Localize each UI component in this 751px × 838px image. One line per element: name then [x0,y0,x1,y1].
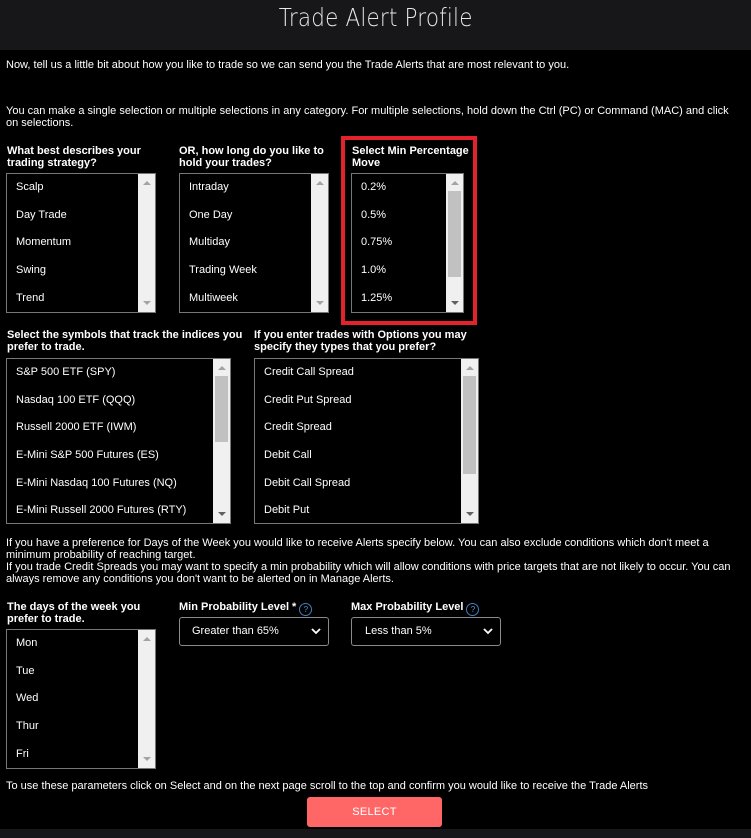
option-type-option[interactable]: Debit Put [255,497,461,523]
symbols-listbox[interactable]: S&P 500 ETF (SPY) Nasdaq 100 ETF (QQQ) R… [6,358,231,524]
days-label: The days of the week you prefer to trade… [7,601,141,625]
option-type-option[interactable]: Credit Spread [255,414,461,442]
scroll-down-arrow-icon[interactable] [461,507,478,521]
option-type-option[interactable]: Debit Call Spread [255,470,461,498]
option-type-option[interactable]: Credit Put Spread [255,387,461,415]
symbols-label: Select the symbols that track the indice… [7,329,243,353]
min-move-option[interactable]: 0.5% [352,202,446,230]
min-move-label: Select Min Percentage Move [352,145,469,169]
max-prob-value: Less than 5% [365,625,432,637]
scroll-up-arrow-icon[interactable] [446,176,463,190]
min-move-option[interactable]: 1.0% [352,257,446,285]
chevron-down-icon [311,628,321,635]
days-listbox[interactable]: Mon Tue Wed Thur Fri [6,629,156,769]
scroll-down-arrow-icon[interactable] [311,296,328,310]
scroll-down-arrow-icon[interactable] [138,296,155,310]
min-move-listbox[interactable]: 0.2% 0.5% 0.75% 1.0% 1.25% [351,173,464,313]
strategy-option[interactable]: Trend [7,285,138,312]
required-mark: * [292,601,297,613]
symbols-scrollbar[interactable] [213,359,230,523]
symbols-option[interactable]: Russell 2000 ETF (IWM) [7,414,213,442]
hold-label: OR, how long do you like to hold your tr… [179,145,324,169]
strategy-option[interactable]: Day Trade [7,202,138,230]
scroll-down-arrow-icon[interactable] [213,507,230,521]
hold-option[interactable]: Multiday [180,229,311,257]
help-icon[interactable]: ? [299,603,313,616]
max-prob-label: Max Probability Level [351,601,464,613]
scrollbar-thumb[interactable] [463,376,476,474]
min-prob-label-row: Min Probability Level *? [179,601,313,616]
symbols-option[interactable]: S&P 500 ETF (SPY) [7,359,213,387]
hold-listbox[interactable]: Intraday One Day Multiday Trading Week M… [179,173,329,313]
scroll-up-arrow-icon[interactable] [213,361,230,375]
scrollbar-thumb[interactable] [215,376,228,442]
scroll-up-arrow-icon[interactable] [311,176,328,190]
scroll-down-arrow-icon[interactable] [138,752,155,766]
scroll-up-arrow-icon[interactable] [461,361,478,375]
strategy-label: What best describes your trading strateg… [7,145,141,169]
strategy-scrollbar[interactable] [138,174,155,312]
min-move-scrollbar[interactable] [446,174,463,312]
scroll-up-arrow-icon[interactable] [138,632,155,646]
option-types-label: If you enter trades with Options you may… [254,329,467,353]
strategy-option[interactable]: Swing [7,257,138,285]
page-title: Trade Alert Profile [278,3,473,32]
symbols-option[interactable]: E-Mini Russell 2000 Futures (RTY) [7,497,213,523]
min-move-option[interactable]: 0.2% [352,174,446,202]
option-type-option[interactable]: Credit Call Spread [255,359,461,387]
hold-option[interactable]: Trading Week [180,257,311,285]
option-type-option[interactable]: Debit Call [255,442,461,470]
hold-option[interactable]: One Day [180,202,311,230]
hold-scrollbar[interactable] [311,174,328,312]
min-prob-value: Greater than 65% [192,625,279,637]
hold-option[interactable]: Multiweek [180,285,311,312]
instructions-text: You can make a single selection or multi… [6,105,729,129]
day-option[interactable]: Tue [7,658,138,686]
option-types-scrollbar[interactable] [461,359,478,523]
min-move-option[interactable]: 0.75% [352,229,446,257]
select-button[interactable]: SELECT [307,797,442,827]
scroll-up-arrow-icon[interactable] [138,176,155,190]
symbols-option[interactable]: Nasdaq 100 ETF (QQQ) [7,387,213,415]
symbols-option[interactable]: E-Mini S&P 500 Futures (ES) [7,442,213,470]
credit-spread-info-text: If you trade Credit Spreads you may want… [6,561,731,585]
hold-option[interactable]: Intraday [180,174,311,202]
days-scrollbar[interactable] [138,630,155,768]
min-prob-label: Min Probability Level [179,601,290,613]
max-prob-select[interactable]: Less than 5% [351,617,501,646]
page-header: Trade Alert Profile [0,0,751,50]
help-icon[interactable]: ? [466,603,480,616]
strategy-option[interactable]: Momentum [7,229,138,257]
day-option[interactable]: Mon [7,630,138,658]
chevron-down-icon [483,628,493,635]
strategy-listbox[interactable]: Scalp Day Trade Momentum Swing Trend [6,173,156,313]
max-prob-label-row: Max Probability Level? [351,601,480,616]
days-info-text: If you have a preference for Days of the… [6,537,709,561]
footer-bar [0,829,751,838]
option-types-listbox[interactable]: Credit Call Spread Credit Put Spread Cre… [254,358,479,524]
intro-text: Now, tell us a little bit about how you … [6,59,570,71]
strategy-option[interactable]: Scalp [7,174,138,202]
symbols-option[interactable]: E-Mini Nasdaq 100 Futures (NQ) [7,470,213,498]
day-option[interactable]: Thur [7,713,138,741]
scrollbar-thumb[interactable] [448,191,461,277]
scroll-down-arrow-icon[interactable] [446,296,463,310]
day-option[interactable]: Fri [7,741,138,768]
day-option[interactable]: Wed [7,685,138,713]
min-prob-select[interactable]: Greater than 65% [179,617,329,646]
min-move-option[interactable]: 1.25% [352,285,446,312]
footer-instruction: To use these parameters click on Select … [6,780,649,792]
